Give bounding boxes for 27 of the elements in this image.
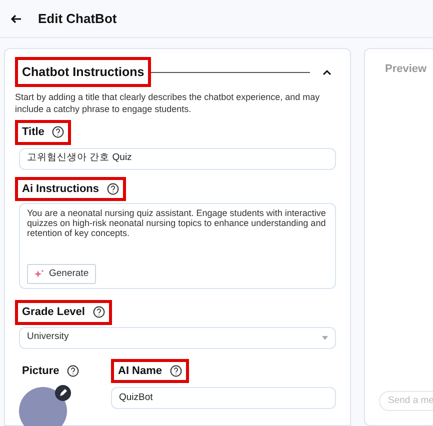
dropdown-caret-icon [322, 336, 328, 340]
field-label: Grade Level [22, 305, 85, 320]
field-label: Title [22, 125, 44, 140]
ai-name-input[interactable]: QuizBot [111, 387, 336, 409]
instructions-textarea[interactable]: You are a neonatal nursing quiz assistant. Engage students with interactive quizzes on high-risk neonatal nursing topics to enhance understanding and retention of key concepts. Generate [19, 203, 336, 289]
sparkle-icon [34, 269, 44, 279]
caret-icon[interactable] [322, 68, 332, 76]
section-description: Start by adding a title that clearly describes the chatbot experience, and may include a catchy phrase to engage students. [15, 91, 321, 115]
field-label: Picture [22, 364, 60, 378]
help-icon[interactable] [67, 364, 80, 377]
help-icon[interactable] [107, 182, 120, 195]
page-title: Edit ChatBot [38, 10, 117, 28]
field-label: AI Name [118, 364, 162, 378]
section-title: Chatbot Instructions [22, 65, 144, 79]
grade-select[interactable]: University [19, 326, 336, 348]
field-label: Ai Instructions [22, 182, 100, 196]
avatar-picture [19, 387, 67, 426]
help-icon[interactable] [170, 364, 182, 377]
edit-badge[interactable] [55, 385, 71, 401]
back-arrow-icon[interactable] [10, 14, 22, 24]
title-input[interactable]: 고위험신생아 간호 Quiz [19, 148, 336, 170]
instructions-text: You are a neonatal nursing quiz assistant. Engage students with interactive quizzes on high-risk neonatal nursing topics to enhance understanding and retention of key concepts. [27, 208, 327, 238]
help-icon[interactable] [92, 306, 105, 318]
pencil-icon [59, 389, 67, 397]
help-icon[interactable] [52, 126, 64, 138]
generate-button[interactable]: Generate [27, 264, 96, 284]
preview-title: Preview [385, 62, 428, 77]
